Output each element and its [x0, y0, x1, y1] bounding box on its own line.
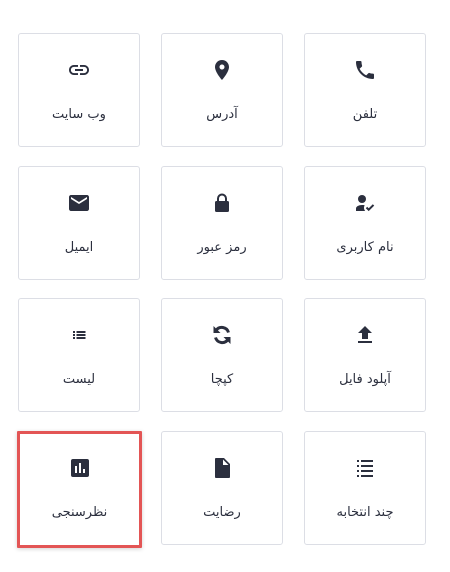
tile-label: ایمیل — [64, 240, 94, 255]
checklist-icon — [353, 456, 377, 480]
location-pin-icon — [210, 58, 234, 82]
list-icon — [67, 323, 91, 347]
field-tile-address[interactable]: آدرس — [161, 33, 283, 147]
refresh-icon — [210, 323, 234, 347]
tile-label: آدرس — [206, 107, 238, 122]
tile-label: وب سایت — [52, 107, 106, 122]
tile-label: رمز عبور — [197, 240, 247, 255]
tile-label: تلفن — [352, 107, 378, 122]
field-tile-phone[interactable]: تلفن — [304, 33, 426, 147]
field-tile-satisfaction[interactable]: رضایت — [161, 431, 283, 545]
document-icon — [210, 456, 234, 480]
field-tile-password[interactable]: رمز عبور — [161, 166, 283, 280]
field-tile-username[interactable]: نام کاربری — [304, 166, 426, 280]
mail-icon — [67, 191, 91, 215]
field-tile-multiple-choice[interactable]: چند انتخابه — [304, 431, 426, 545]
field-tile-captcha[interactable]: کپچا — [161, 298, 283, 412]
link-icon — [67, 58, 91, 82]
user-check-icon — [353, 191, 377, 215]
tile-label: نام کاربری — [336, 240, 394, 255]
lock-icon — [210, 191, 234, 215]
phone-icon — [353, 58, 377, 82]
field-tile-list[interactable]: لیست — [18, 298, 140, 412]
tile-label: رضایت — [203, 505, 241, 520]
tile-label: لیست — [62, 372, 96, 387]
field-tile-website[interactable]: وب سایت — [18, 33, 140, 147]
tile-label: نظرسنجی — [51, 505, 108, 520]
tile-label: کپچا — [210, 372, 234, 387]
field-tile-email[interactable]: ایمیل — [18, 166, 140, 280]
upload-icon — [353, 323, 377, 347]
poll-chart-icon — [68, 456, 92, 480]
field-tile-file-upload[interactable]: آپلود فایل — [304, 298, 426, 412]
tile-label: آپلود فایل — [339, 372, 391, 387]
field-tile-poll[interactable]: نظرسنجی — [17, 431, 142, 548]
tile-label: چند انتخابه — [336, 505, 394, 520]
